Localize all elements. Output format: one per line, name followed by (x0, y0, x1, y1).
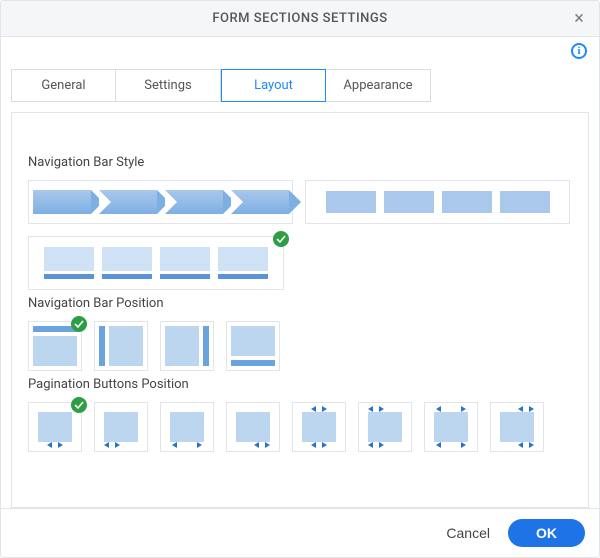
tab-appearance[interactable]: Appearance (326, 69, 431, 102)
layout-panel: Navigation Bar Style (11, 112, 589, 508)
nav-style-options (28, 180, 572, 290)
dialog-footer: Cancel OK (1, 508, 599, 557)
tabs: General Settings Layout Appearance (11, 69, 589, 102)
nav-position-option-top[interactable] (28, 321, 82, 371)
tab-layout[interactable]: Layout (221, 69, 326, 102)
nav-style-label: Navigation Bar Style (28, 155, 572, 170)
dialog-header: FORM SECTIONS SETTINGS × (1, 1, 599, 37)
pagination-bottom-middle-icon (166, 408, 208, 446)
pagination-option-bottom-right[interactable] (226, 402, 280, 452)
pagination-options (28, 402, 572, 452)
navpos-bottom-icon (231, 326, 275, 366)
close-icon[interactable]: × (569, 9, 589, 29)
check-icon (273, 231, 289, 247)
ok-button[interactable]: OK (508, 519, 585, 547)
pagination-top-bottom-left-icon (364, 408, 406, 446)
dialog-body: General Settings Layout Appearance Navig… (1, 37, 599, 508)
nav-position-options (28, 321, 572, 371)
nav-style-option-underline[interactable] (28, 236, 284, 290)
check-icon (71, 316, 87, 332)
nav-style-option-blocks[interactable] (305, 180, 570, 224)
pagination-option-bottom-left[interactable] (94, 402, 148, 452)
pagination-bottom-left-icon (100, 408, 142, 446)
pagination-option-top-bottom-center[interactable] (292, 402, 346, 452)
pagination-top-bottom-right-icon (496, 408, 538, 446)
dialog-title: FORM SECTIONS SETTINGS (212, 11, 387, 26)
pagination-label: Pagination Buttons Position (28, 377, 572, 392)
nav-style-option-arrows[interactable] (28, 180, 293, 224)
info-icon[interactable] (571, 43, 587, 59)
nav-position-option-right[interactable] (160, 321, 214, 371)
pagination-option-bottom-middle[interactable] (160, 402, 214, 452)
navpos-left-icon (99, 326, 143, 366)
pagination-option-top-bottom-right[interactable] (490, 402, 544, 452)
navpos-top-icon (33, 326, 77, 366)
pagination-option-top-bottom-left[interactable] (358, 402, 412, 452)
pagination-bottom-center-icon (34, 408, 76, 446)
form-sections-settings-dialog: FORM SECTIONS SETTINGS × General Setting… (0, 0, 600, 558)
arrows-preview-icon (33, 190, 289, 214)
pagination-option-bottom-center[interactable] (28, 402, 82, 452)
pagination-bottom-right-icon (232, 408, 274, 446)
pagination-top-bottom-center-icon (298, 408, 340, 446)
cancel-button[interactable]: Cancel (446, 525, 490, 541)
check-icon (71, 397, 87, 413)
tab-general[interactable]: General (11, 69, 116, 102)
tab-settings[interactable]: Settings (116, 69, 221, 102)
nav-position-option-bottom[interactable] (226, 321, 280, 371)
navpos-right-icon (165, 326, 209, 366)
pagination-option-top-bottom-middle[interactable] (424, 402, 478, 452)
blocks-preview-icon (326, 191, 550, 213)
underline-preview-icon (44, 247, 268, 279)
nav-position-label: Navigation Bar Position (28, 296, 572, 311)
nav-position-option-left[interactable] (94, 321, 148, 371)
pagination-top-bottom-middle-icon (430, 408, 472, 446)
